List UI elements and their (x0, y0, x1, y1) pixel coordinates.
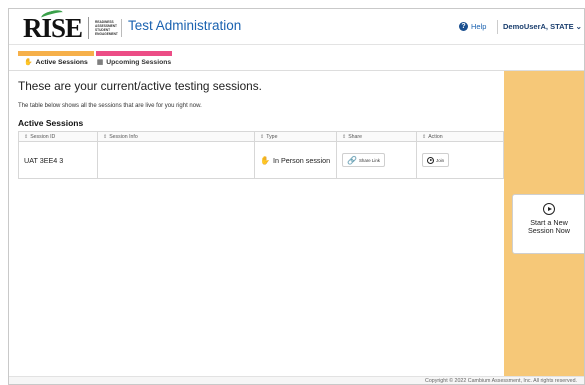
app-title: Test Administration (128, 18, 242, 33)
tab-label: Upcoming Sessions (106, 59, 172, 66)
tab-label: Active Sessions (35, 59, 88, 66)
main-content: These are your current/active testing se… (9, 71, 504, 376)
column-header-session-info[interactable]: ⇕ Session Info (98, 132, 255, 141)
user-menu[interactable]: DemoUserA, STATE ⌄ (503, 22, 582, 31)
sort-icon: ⇕ (260, 134, 265, 140)
start-new-session-button[interactable]: Start a New Session Now (512, 194, 584, 254)
column-header-share[interactable]: ⇕ Share (337, 132, 417, 141)
help-label: Help (471, 22, 487, 31)
user-divider (497, 20, 498, 34)
copyright: Copyright © 2022 Cambium Assessment, Inc… (425, 378, 577, 384)
table-row: UAT 3EE4 3 ✋ In Person session 🔗 Share L… (19, 142, 503, 178)
sort-icon: ⇕ (342, 134, 347, 140)
page-description: The table below shows all the sessions t… (18, 103, 202, 109)
link-icon: 🔗 (347, 155, 357, 165)
rise-logo[interactable]: RISE Readiness Assessment Student Engage… (23, 9, 125, 42)
start-session-label: Start a New Session Now (528, 218, 570, 235)
title-divider (121, 19, 122, 37)
calendar-icon: ▦ (96, 59, 104, 66)
column-header-type[interactable]: ⇕ Type (255, 132, 337, 141)
app-window: RISE Readiness Assessment Student Engage… (8, 8, 585, 385)
table-header: ⇕ Session ID ⇕ Session Info ⇕ Type ⇕ Share ⇕… (19, 132, 503, 142)
join-button[interactable]: Join (422, 153, 450, 167)
logo-divider (88, 17, 90, 39)
tab-active-sessions[interactable]: ✋ Active Sessions (18, 51, 94, 71)
cell-session-id: UAT 3EE4 3 (19, 142, 98, 178)
share-link-label: Share Link (358, 157, 380, 163)
cell-action: Join (417, 142, 503, 178)
column-header-session-id[interactable]: ⇕ Session ID (19, 132, 98, 141)
join-label: Join (436, 157, 445, 163)
share-link-button[interactable]: 🔗 Share Link (342, 153, 385, 167)
cell-type: ✋ In Person session (255, 142, 337, 178)
section-title: Active Sessions (18, 118, 84, 128)
help-link[interactable]: ? Help (459, 22, 486, 31)
sort-icon: ⇕ (103, 134, 108, 140)
hand-icon: ✋ (24, 59, 33, 66)
tab-upcoming-sessions[interactable]: ▦ Upcoming Sessions (96, 51, 172, 71)
cell-share: 🔗 Share Link (337, 142, 417, 178)
cell-session-info (98, 142, 255, 178)
header: RISE Readiness Assessment Student Engage… (9, 9, 584, 45)
sort-icon: ⇕ (24, 134, 29, 140)
play-circle-icon (543, 203, 555, 215)
help-icon: ? (459, 22, 468, 31)
footer: Copyright © 2022 Cambium Assessment, Inc… (9, 376, 584, 384)
page-title: These are your current/active testing se… (18, 79, 262, 93)
session-tabs: ✋ Active Sessions ▦ Upcoming Sessions (9, 45, 584, 71)
session-type: In Person session (272, 155, 331, 165)
sessions-table: ⇕ Session ID ⇕ Session Info ⇕ Type ⇕ Share ⇕… (18, 131, 504, 179)
column-header-action[interactable]: ⇕ Action (417, 132, 503, 141)
hand-icon: ✋ (260, 155, 270, 165)
play-circle-icon (427, 156, 434, 164)
sort-icon: ⇕ (422, 134, 427, 140)
